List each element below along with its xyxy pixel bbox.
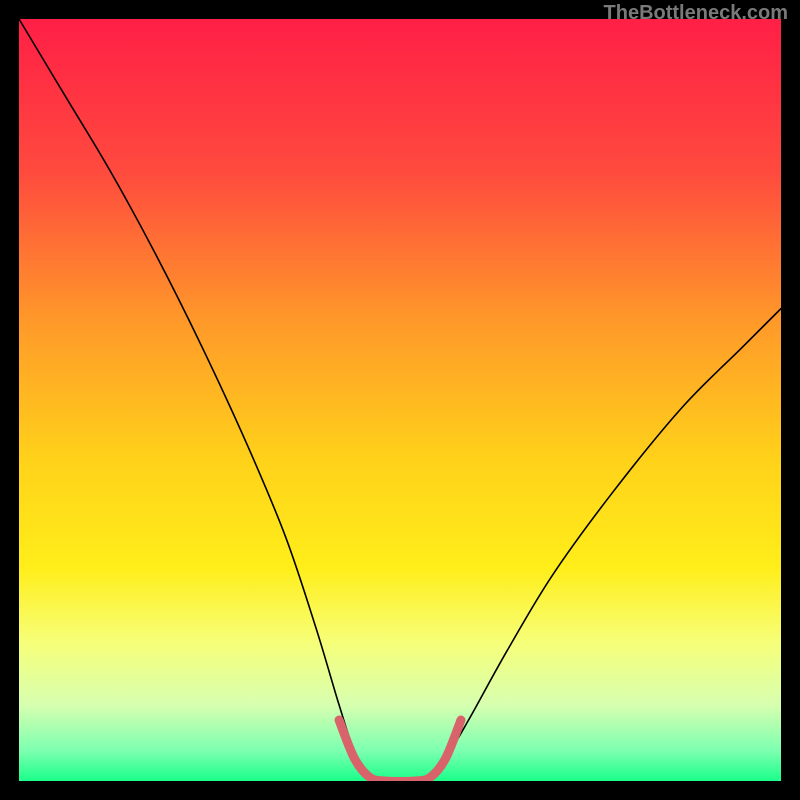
watermark-text: TheBottleneck.com <box>604 2 788 25</box>
chart-frame: TheBottleneck.com <box>0 0 800 800</box>
bottleneck-plot <box>19 19 781 781</box>
gradient-background <box>19 19 781 781</box>
chart-svg <box>19 19 781 781</box>
